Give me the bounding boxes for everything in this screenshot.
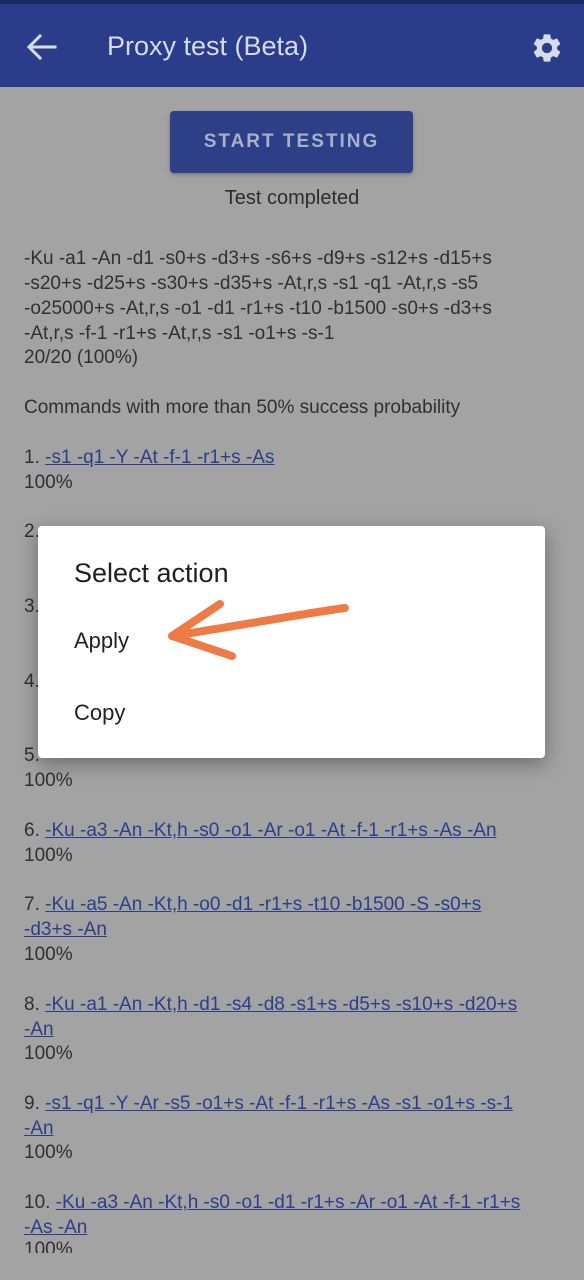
apply-option[interactable]: Apply xyxy=(74,628,129,654)
summary-line: -Ku -a1 -An -d1 -s0+s -d3+s -s6+s -d9+s … xyxy=(24,248,492,269)
arrow-left-icon[interactable] xyxy=(24,32,58,62)
command-link-continued[interactable]: -d3+s -An xyxy=(24,917,107,942)
command-link[interactable]: -Ku -a1 -An -Kt,h -d1 -s4 -d8 -s1+s -d5+… xyxy=(45,994,517,1015)
item-number: 8. xyxy=(24,994,40,1015)
command-link[interactable]: -s1 -q1 -Y -At -f-1 -r1+s -As xyxy=(45,447,274,468)
commands-heading: Commands with more than 50% success prob… xyxy=(24,397,461,418)
annotation-arrow-icon xyxy=(168,600,349,660)
item-number: 10. xyxy=(24,1192,51,1213)
list-item: 6. -Ku -a3 -An -Kt,h -s0 -o1 -Ar -o1 -At… xyxy=(24,818,497,843)
gear-icon[interactable] xyxy=(530,31,564,65)
summary-result: 20/20 (100%) xyxy=(24,347,139,368)
item-percent: 100% xyxy=(24,472,73,493)
command-link-continued[interactable]: -An xyxy=(24,1017,54,1042)
item-percent: 100% xyxy=(24,1239,73,1253)
command-link[interactable]: -s1 -q1 -Y -Ar -s5 -o1+s -At -f-1 -r1+s … xyxy=(45,1093,513,1114)
item-percent: 100% xyxy=(24,1043,73,1064)
summary-line: -o25000+s -At,r,s -o1 -d1 -r1+s -t10 -b1… xyxy=(24,298,492,319)
item-number: 1. xyxy=(24,447,40,468)
dialog-title: Select action xyxy=(74,558,229,588)
list-item: 10. -Ku -a3 -An -Kt,h -s0 -o1 -d1 -r1+s … xyxy=(24,1190,520,1215)
summary-line: -At,r,s -f-1 -r1+s -At,r,s -s1 -o1+s -s-… xyxy=(24,323,335,344)
item-percent: 100% xyxy=(24,944,73,965)
list-item: 7. -Ku -a5 -An -Kt,h -o0 -d1 -r1+s -t10 … xyxy=(24,892,481,917)
list-item: 1. -s1 -q1 -Y -At -f-1 -r1+s -As xyxy=(24,445,274,470)
app-bar: Proxy test (Beta) xyxy=(0,4,584,87)
list-item: 8. -Ku -a1 -An -Kt,h -d1 -s4 -d8 -s1+s -… xyxy=(24,992,517,1017)
item-percent: 100% xyxy=(24,1142,73,1163)
item-percent: 100% xyxy=(24,770,73,791)
item-number: 7. xyxy=(24,894,40,915)
summary-line: -s20+s -d25+s -s30+s -d35+s -At,r,s -s1 … xyxy=(24,273,479,294)
list-item: 9. -s1 -q1 -Y -Ar -s5 -o1+s -At -f-1 -r1… xyxy=(24,1091,513,1116)
start-testing-button[interactable]: START TESTING xyxy=(170,111,413,173)
item-number: 6. xyxy=(24,820,40,841)
item-percent: 100% xyxy=(24,845,73,866)
test-status: Test completed xyxy=(224,187,360,209)
item-number: 9. xyxy=(24,1093,40,1114)
page-title: Proxy test (Beta) xyxy=(107,31,309,61)
command-link[interactable]: -Ku -a5 -An -Kt,h -o0 -d1 -r1+s -t10 -b1… xyxy=(45,894,481,915)
command-link-continued[interactable]: -An xyxy=(24,1116,54,1141)
command-link[interactable]: -Ku -a3 -An -Kt,h -s0 -o1 -Ar -o1 -At -f… xyxy=(45,820,496,841)
command-link[interactable]: -Ku -a3 -An -Kt,h -s0 -o1 -d1 -r1+s -Ar … xyxy=(56,1192,521,1213)
copy-option[interactable]: Copy xyxy=(74,700,125,726)
